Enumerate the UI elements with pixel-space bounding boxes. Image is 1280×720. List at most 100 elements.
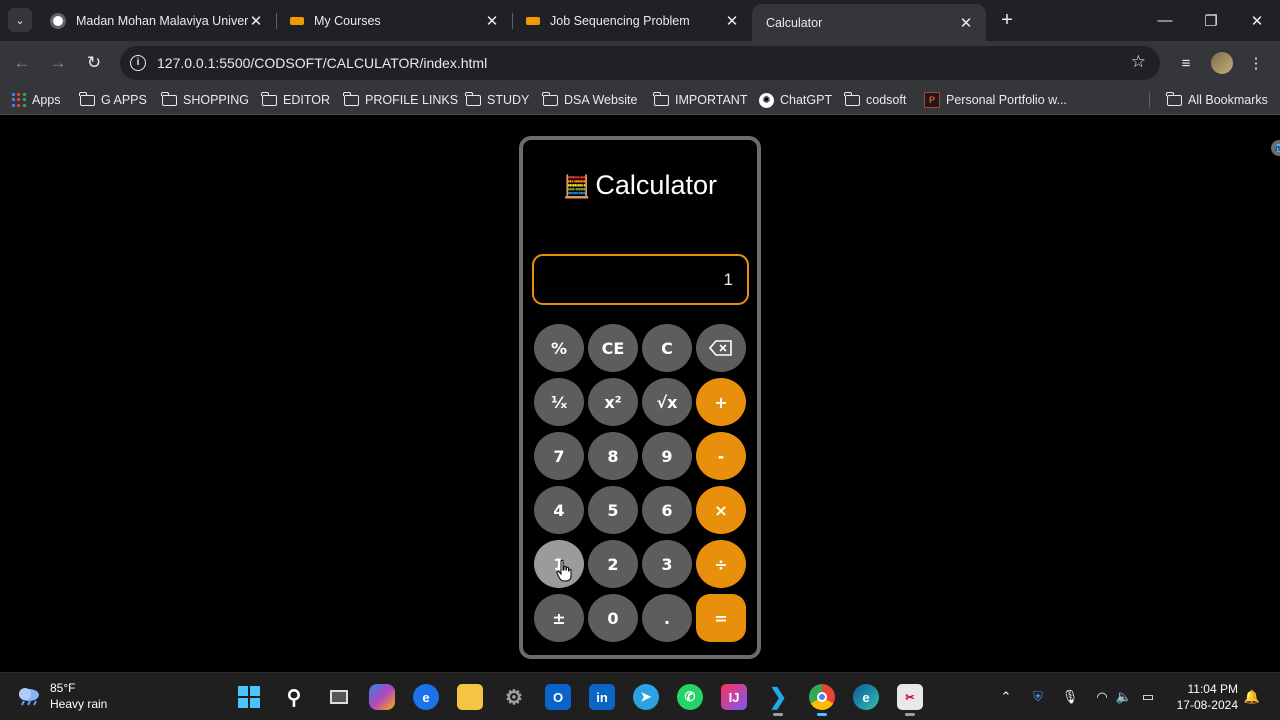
key-clear-entry-button[interactable]: CE [588, 324, 638, 372]
windows-taskbar: 85°F Heavy rain ⚲ e ⚙ O in ➤ ✆ IJ ❯ e ✂ … [0, 672, 1280, 720]
tab-close-icon[interactable]: ✕ [484, 12, 500, 30]
bookmark-profile-links[interactable]: PROFILE LINKS [343, 85, 458, 115]
folder-icon [161, 91, 177, 106]
system-clock[interactable]: 11:04 PM 17-08-2024 [1168, 681, 1238, 713]
defender-shield-icon[interactable]: ⛨ [1028, 687, 1048, 707]
site-info-icon[interactable]: i [130, 55, 146, 71]
snipping-tool-icon[interactable]: ✂ [897, 684, 923, 716]
key-digit-8-button[interactable]: 8 [588, 432, 638, 480]
bookmark-star-icon[interactable]: ☆ [1131, 52, 1146, 72]
key-negate-button[interactable]: ± [534, 594, 584, 642]
bookmark-label: SHOPPING [183, 93, 249, 107]
microphone-icon[interactable]: 🎙 [1060, 687, 1080, 707]
calculator-favicon-icon: m [1271, 140, 1280, 156]
tab-calculator[interactable]: m Calculator ✕ [752, 4, 1280, 156]
tab-university[interactable]: Madan Mohan Malaviya Univer ✕ [36, 0, 276, 41]
bookmark-dsa-website[interactable]: DSA Website [542, 85, 637, 115]
key-percent-button[interactable]: % [534, 324, 584, 372]
settings-gear-icon[interactable]: ⚙ [501, 684, 527, 710]
back-arrow-icon[interactable]: ← [10, 51, 34, 75]
key-digit-6-button[interactable]: 6 [642, 486, 692, 534]
folder-icon [79, 91, 95, 106]
calculator-display[interactable]: 1 [532, 254, 749, 305]
media-controls-icon[interactable]: ≡ [1173, 51, 1199, 75]
bookmark-apps[interactable]: Apps [12, 85, 61, 115]
tab-close-icon[interactable]: ✕ [248, 12, 264, 30]
bookmark-label: STUDY [487, 93, 530, 107]
backspace-button[interactable] [696, 324, 746, 372]
coding-ninjas-favicon-icon [526, 16, 540, 25]
key-divide-button[interactable]: ÷ [696, 540, 746, 588]
bookmark-shopping[interactable]: SHOPPING [161, 85, 249, 115]
bookmark-study[interactable]: STUDY [465, 85, 530, 115]
chrome-icon[interactable] [809, 684, 835, 716]
telegram-icon[interactable]: ➤ [633, 684, 659, 710]
key-digit-5-button[interactable]: 5 [588, 486, 638, 534]
reload-icon[interactable]: ↻ [82, 51, 106, 75]
more-menu-icon[interactable]: ⋮ [1243, 51, 1269, 75]
weather-widget[interactable]: 85°F Heavy rain [16, 680, 107, 712]
bookmark-important[interactable]: IMPORTANT [653, 85, 747, 115]
calculator-title-text: Calculator [595, 170, 717, 200]
key-minus-button[interactable]: - [696, 432, 746, 480]
bookmark-codsoft[interactable]: codsoft [844, 85, 906, 115]
linkedin-icon[interactable]: in [589, 684, 615, 710]
key-square-button[interactable]: x² [588, 378, 638, 426]
close-window-icon[interactable]: ✕ [1234, 0, 1280, 41]
bookmark-editor[interactable]: EDITOR [261, 85, 330, 115]
tab-my-courses[interactable]: My Courses ✕ [276, 0, 512, 41]
edge-beta-icon[interactable]: e [413, 684, 439, 710]
key-digit-7-button[interactable]: 7 [534, 432, 584, 480]
address-bar[interactable]: i 127.0.0.1:5500/CODSOFT/CALCULATOR/inde… [120, 46, 1160, 80]
copilot-icon[interactable] [369, 684, 395, 710]
abacus-icon: 🧮 [563, 174, 591, 199]
edge-icon[interactable]: e [853, 684, 879, 710]
volume-icon[interactable]: 🔈 [1114, 687, 1134, 707]
calculator-title: 🧮 Calculator [523, 170, 757, 201]
whatsapp-icon[interactable]: ✆ [677, 684, 703, 710]
key-equals-button[interactable]: = [696, 594, 746, 642]
key-multiply-button[interactable]: × [696, 486, 746, 534]
key-square-root-button[interactable]: √x [642, 378, 692, 426]
task-view-icon[interactable] [326, 684, 352, 710]
tab-close-icon[interactable]: ✕ [724, 12, 740, 30]
minimize-icon[interactable]: — [1142, 0, 1188, 41]
forward-arrow-icon[interactable]: → [46, 51, 70, 75]
show-hidden-icons-chevron-icon[interactable]: ⌃ [996, 687, 1016, 707]
tab-title: My Courses [314, 13, 381, 28]
folder-icon [465, 91, 481, 106]
key-digit-3-button[interactable]: 3 [642, 540, 692, 588]
key-clear-button[interactable]: C [642, 324, 692, 372]
restore-icon[interactable]: ❐ [1188, 0, 1234, 41]
outlook-icon[interactable]: O [545, 684, 571, 710]
bookmark-g-apps[interactable]: G APPS [79, 85, 147, 115]
notification-bell-icon[interactable]: 🔔 [1242, 687, 1262, 707]
bookmark-chatgpt[interactable]: ✺ ChatGPT [759, 85, 832, 115]
key-digit-2-button[interactable]: 2 [588, 540, 638, 588]
all-bookmarks-button[interactable]: All Bookmarks [1166, 85, 1268, 115]
profile-avatar[interactable] [1209, 51, 1235, 75]
bookmarks-bar: Apps G APPS SHOPPING EDITOR PROFILE LINK… [0, 85, 1280, 115]
bookmark-label: EDITOR [283, 93, 330, 107]
key-digit-0-button[interactable]: 0 [588, 594, 638, 642]
tab-title: Calculator [766, 15, 823, 30]
file-explorer-icon[interactable] [457, 684, 483, 710]
start-windows-icon[interactable] [236, 684, 262, 710]
key-decimal-button[interactable]: . [642, 594, 692, 642]
tab-search-chevron-icon[interactable]: ⌄ [8, 8, 32, 32]
key-digit-9-button[interactable]: 9 [642, 432, 692, 480]
url-text[interactable]: 127.0.0.1:5500/CODSOFT/CALCULATOR/index.… [157, 55, 487, 71]
wifi-icon[interactable]: ◠ [1092, 687, 1112, 707]
key-plus-button[interactable]: + [696, 378, 746, 426]
new-tab-button[interactable]: + [996, 9, 1018, 31]
bookmark-personal-portfolio[interactable]: P Personal Portfolio w... [924, 85, 1067, 115]
key-digit-4-button[interactable]: 4 [534, 486, 584, 534]
vscode-icon[interactable]: ❯ [765, 684, 791, 716]
search-icon[interactable]: ⚲ [281, 684, 307, 710]
intellij-icon[interactable]: IJ [721, 684, 747, 710]
tab-job-sequencing[interactable]: Job Sequencing Problem ✕ [512, 0, 752, 41]
battery-icon[interactable]: ▭ [1138, 687, 1158, 707]
key-reciprocal-button[interactable]: ¹⁄ₓ [534, 378, 584, 426]
folder-icon [542, 91, 558, 106]
tab-close-icon[interactable]: ✕ [958, 14, 974, 32]
